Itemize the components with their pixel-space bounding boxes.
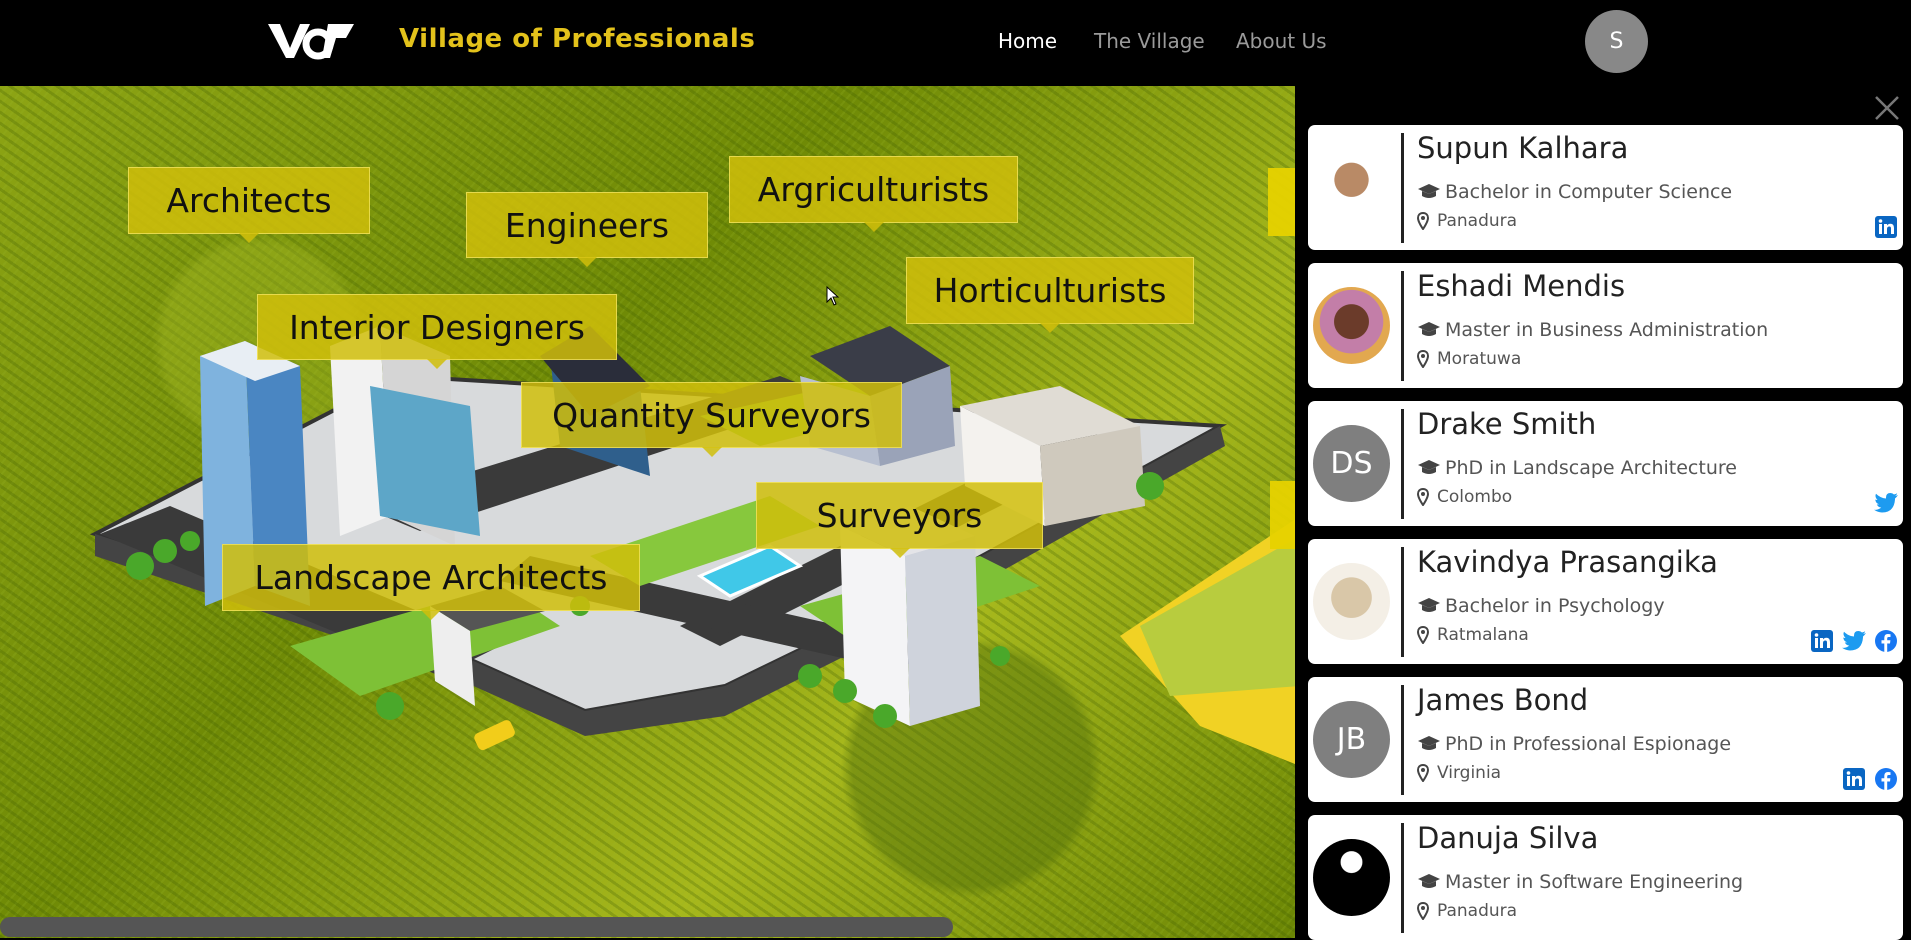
linkedin-icon[interactable] [1809, 628, 1835, 654]
category-surveyors[interactable]: Surveyors [756, 482, 1043, 558]
user-avatar-button[interactable]: S [1585, 10, 1648, 73]
profile-card[interactable]: Kavindya Prasangika Bachelor in Psycholo… [1308, 539, 1903, 664]
category-engineers[interactable]: Engineers [466, 192, 708, 267]
category-label-partial[interactable] [1270, 481, 1295, 549]
horizontal-scrollbar[interactable] [0, 917, 953, 937]
profile-degree-row: Master in Business Administration [1417, 319, 1768, 341]
linkedin-icon[interactable] [1873, 214, 1899, 240]
profile-name[interactable]: Eshadi Mendis [1417, 269, 1625, 303]
nav-the-village[interactable]: The Village [1094, 29, 1205, 53]
category-agriculturists[interactable]: Argriculturists [729, 156, 1018, 232]
category-interior-designers[interactable]: Interior Designers [257, 294, 617, 369]
profile-location: Colombo [1437, 487, 1513, 507]
map-pin-icon [1417, 902, 1429, 920]
graduation-cap-icon [1417, 873, 1441, 891]
profile-name[interactable]: Supun Kalhara [1417, 131, 1628, 165]
facebook-icon[interactable] [1873, 766, 1899, 792]
profile-avatar: JB [1313, 701, 1390, 778]
profile-degree-row: PhD in Landscape Architecture [1417, 457, 1737, 479]
profile-degree: Master in Software Engineering [1445, 871, 1744, 893]
profile-name[interactable]: James Bond [1417, 683, 1588, 717]
mouse-cursor-icon [826, 286, 840, 306]
top-navbar: Village of Professionals Home The Villag… [0, 0, 1911, 86]
social-links [1809, 628, 1899, 654]
category-landscape-architects[interactable]: Landscape Architects [222, 544, 640, 620]
card-divider [1401, 685, 1404, 795]
profile-avatar [1313, 149, 1390, 226]
profile-card[interactable]: Supun Kalhara Bachelor in Computer Scien… [1308, 125, 1903, 250]
close-icon[interactable] [1872, 94, 1902, 124]
card-divider [1401, 409, 1404, 519]
profile-location-row: Colombo [1417, 487, 1512, 507]
brand-title[interactable]: Village of Professionals [399, 24, 755, 54]
profile-degree: Master in Business Administration [1445, 319, 1769, 341]
profile-card[interactable]: DS Drake Smith PhD in Landscape Architec… [1308, 401, 1903, 526]
profile-degree: Bachelor in Computer Science [1445, 181, 1733, 203]
profile-location-row: Virginia [1417, 763, 1501, 783]
profile-degree-row: Bachelor in Psychology [1417, 595, 1665, 617]
map-pin-icon [1417, 626, 1429, 644]
graduation-cap-icon [1417, 459, 1441, 477]
category-quantity-surveyors[interactable]: Quantity Surveyors [521, 382, 902, 457]
graduation-cap-icon [1417, 183, 1441, 201]
profile-name[interactable]: Drake Smith [1417, 407, 1596, 441]
profile-avatar [1313, 563, 1390, 640]
profile-degree: PhD in Professional Espionage [1445, 733, 1732, 755]
vop-logo-icon[interactable] [266, 20, 356, 62]
profile-card[interactable]: Danuja Silva Master in Software Engineer… [1308, 815, 1903, 940]
map-pin-icon [1417, 350, 1429, 368]
nav-about-us[interactable]: About Us [1236, 29, 1327, 53]
twitter-icon[interactable] [1841, 628, 1867, 654]
facebook-icon[interactable] [1873, 628, 1899, 654]
profile-degree: PhD in Landscape Architecture [1445, 457, 1737, 479]
twitter-icon[interactable] [1873, 490, 1899, 516]
profile-location-row: Panadura [1417, 211, 1517, 231]
profile-location: Panadura [1437, 211, 1518, 231]
profile-location: Panadura [1437, 901, 1518, 921]
category-label-partial[interactable] [1268, 168, 1295, 236]
map-pin-icon [1417, 488, 1429, 506]
profile-degree-row: Master in Software Engineering [1417, 871, 1743, 893]
card-divider [1401, 547, 1404, 657]
social-links [1841, 766, 1899, 792]
profile-avatar: DS [1313, 425, 1390, 502]
social-links [1873, 214, 1899, 240]
profile-card[interactable]: JB James Bond PhD in Professional Espion… [1308, 677, 1903, 802]
graduation-cap-icon [1417, 597, 1441, 615]
graduation-cap-icon [1417, 321, 1441, 339]
profile-card[interactable]: Eshadi Mendis Master in Business Adminis… [1308, 263, 1903, 388]
profile-degree-row: PhD in Professional Espionage [1417, 733, 1731, 755]
profile-location: Ratmalana [1437, 625, 1529, 645]
card-divider [1401, 133, 1404, 243]
profile-name[interactable]: Kavindya Prasangika [1417, 545, 1718, 579]
social-links [1873, 490, 1899, 516]
profile-location-row: Ratmalana [1417, 625, 1529, 645]
profile-degree: Bachelor in Psychology [1445, 595, 1665, 617]
category-architects[interactable]: Architects [128, 167, 370, 243]
profile-avatar [1313, 839, 1390, 916]
village-map[interactable]: Architects Engineers Argriculturists Hor… [0, 86, 1295, 938]
category-horticulturists[interactable]: Horticulturists [906, 257, 1194, 333]
profile-name[interactable]: Danuja Silva [1417, 821, 1598, 855]
linkedin-icon[interactable] [1841, 766, 1867, 792]
card-divider [1401, 271, 1404, 381]
profile-avatar [1313, 287, 1390, 364]
profile-degree-row: Bachelor in Computer Science [1417, 181, 1732, 203]
profile-location-row: Moratuwa [1417, 349, 1521, 369]
profile-location: Moratuwa [1437, 349, 1522, 369]
map-pin-icon [1417, 764, 1429, 782]
card-divider [1401, 823, 1404, 933]
profile-location-row: Panadura [1417, 901, 1517, 921]
map-pin-icon [1417, 212, 1429, 230]
nav-home[interactable]: Home [998, 29, 1057, 53]
profile-location: Virginia [1437, 763, 1502, 783]
graduation-cap-icon [1417, 735, 1441, 753]
